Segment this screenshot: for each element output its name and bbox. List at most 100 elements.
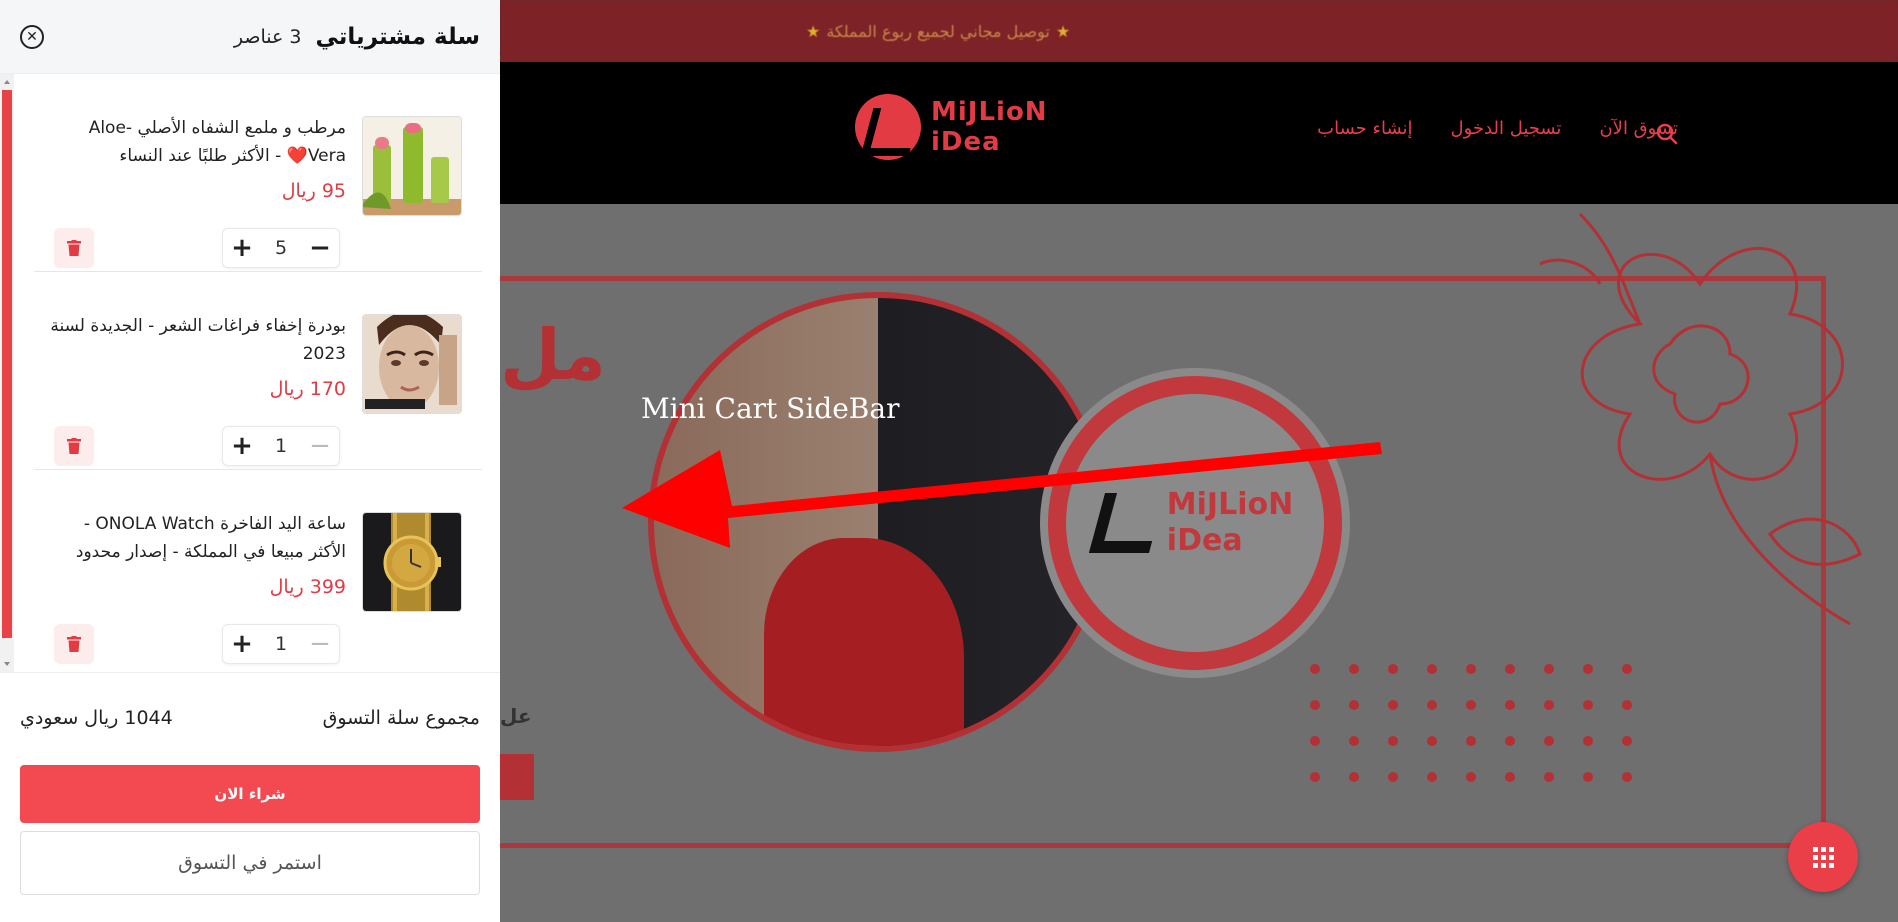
- decorative-dot: [1505, 700, 1515, 710]
- cart-item-price: 399 ريال: [269, 576, 346, 598]
- buy-now-button[interactable]: شراء الان: [20, 765, 480, 823]
- cart-scrollbar[interactable]: [0, 74, 14, 672]
- search-icon[interactable]: [1655, 122, 1679, 146]
- announcement-bar: ★ توصيل مجاني لجميع ربوع المملكة ★: [500, 0, 1898, 62]
- scroll-up-icon[interactable]: [4, 80, 10, 84]
- increase-qty-button[interactable]: +: [231, 433, 253, 459]
- quantity-value: 1: [274, 435, 288, 457]
- logo-text-line2: iDea: [931, 127, 1001, 157]
- decorative-dot: [1427, 664, 1437, 674]
- star-icon: ★: [806, 21, 821, 41]
- decorative-dot: [1349, 700, 1359, 710]
- decorative-dot: [1310, 736, 1320, 746]
- cart-title: سلة مشترياتي: [315, 23, 480, 50]
- trash-icon: [67, 240, 81, 256]
- decorative-dot: [1427, 772, 1437, 782]
- cart-total-label: مجموع سلة التسوق: [322, 707, 480, 729]
- cart-total-row: مجموع سلة التسوق 1044 ريال سعودي: [20, 707, 480, 729]
- close-cart-button[interactable]: ✕: [20, 25, 44, 49]
- scrollbar-thumb[interactable]: [2, 90, 12, 638]
- decorative-dot: [1349, 664, 1359, 674]
- gold-watch-product-image[interactable]: [362, 512, 462, 612]
- annotation-arrow-icon: [622, 442, 1382, 548]
- nav-login[interactable]: تسجيل الدخول: [1451, 118, 1562, 139]
- cart-item: ساعة اليد الفاخرة ONOLA Watch - الأكثر م…: [34, 470, 482, 668]
- flower-illustration-icon: [1539, 212, 1862, 626]
- cart-item: بودرة إخفاء فراغات الشعر - الجديدة لسنة …: [34, 272, 482, 470]
- decrease-qty-button[interactable]: −: [309, 631, 331, 657]
- mini-cart-sidebar: سلة مشترياتي 3 عناصر ✕ مرطب و ملمع الشفا…: [0, 0, 500, 922]
- decorative-dot: [1388, 772, 1398, 782]
- red-dress-shape: [764, 538, 964, 746]
- decorative-dot: [1466, 664, 1476, 674]
- announcement-text: توصيل مجاني لجميع ربوع المملكة: [826, 21, 1050, 41]
- hero-heading: مل: [500, 314, 606, 396]
- decorative-dot: [1349, 772, 1359, 782]
- hero-cta-button[interactable]: [500, 754, 534, 800]
- site-logo[interactable]: MiJLioN iDea: [855, 94, 1048, 160]
- decorative-dot: [1349, 736, 1359, 746]
- cart-item-name[interactable]: بودرة إخفاء فراغات الشعر - الجديدة لسنة …: [46, 312, 346, 368]
- decorative-dot: [1310, 700, 1320, 710]
- site-header: [500, 62, 1898, 204]
- increase-qty-button[interactable]: +: [231, 235, 253, 261]
- decorative-dot: [1505, 664, 1515, 674]
- logo-text-line1: MiJLioN: [931, 97, 1048, 127]
- cart-item: مرطب و ملمع الشفاه الأصلي -Aloe Vera❤️ -…: [34, 74, 482, 272]
- grid-icon: [1812, 846, 1834, 868]
- decorative-dot: [1466, 772, 1476, 782]
- trash-icon: [67, 636, 81, 652]
- decorative-dot: [1544, 736, 1554, 746]
- cart-item-price: 170 ريال: [269, 378, 346, 400]
- quantity-stepper: + 1 −: [222, 426, 340, 466]
- decorative-dot: [1427, 736, 1437, 746]
- decrease-qty-button[interactable]: −: [309, 235, 331, 261]
- hero-subtext: عل: [500, 704, 532, 728]
- decorative-dot: [1466, 700, 1476, 710]
- decorative-dot: [1505, 736, 1515, 746]
- remove-item-button[interactable]: [54, 228, 94, 268]
- decorative-dot: [1310, 772, 1320, 782]
- annotation-label: Mini Cart SideBar: [641, 392, 900, 425]
- cart-header: سلة مشترياتي 3 عناصر: [0, 0, 500, 74]
- quantity-value: 1: [274, 633, 288, 655]
- cart-items-list: مرطب و ملمع الشفاه الأصلي -Aloe Vera❤️ -…: [0, 74, 500, 672]
- cart-item-count: 3 عناصر: [233, 25, 302, 48]
- decorative-dot: [1388, 700, 1398, 710]
- nav-register[interactable]: إنشاء حساب: [1317, 118, 1412, 139]
- scroll-down-icon[interactable]: [4, 662, 10, 666]
- quantity-stepper: + 5 −: [222, 228, 340, 268]
- continue-shopping-button[interactable]: استمر في التسوق: [20, 831, 480, 895]
- remove-item-button[interactable]: [54, 426, 94, 466]
- hero-banner: مل عل MiJLioN iDea: [500, 204, 1898, 922]
- trash-icon: [67, 438, 81, 454]
- cart-item-name[interactable]: ساعة اليد الفاخرة ONOLA Watch - الأكثر م…: [46, 510, 346, 566]
- decorative-dot: [1388, 736, 1398, 746]
- decorative-dot: [1583, 772, 1593, 782]
- decorative-dot: [1466, 736, 1476, 746]
- decorative-dot: [1505, 772, 1515, 782]
- cart-total-value: 1044 ريال سعودي: [20, 707, 173, 729]
- decorative-dot: [1622, 736, 1632, 746]
- close-icon: ✕: [26, 29, 38, 45]
- decorative-dot: [1427, 700, 1437, 710]
- decorative-dot: [1622, 772, 1632, 782]
- lipstick-product-image[interactable]: [362, 116, 462, 216]
- decorative-dot: [1544, 772, 1554, 782]
- cart-footer: مجموع سلة التسوق 1044 ريال سعودي شراء ال…: [0, 672, 500, 922]
- increase-qty-button[interactable]: +: [231, 631, 253, 657]
- apps-menu-button[interactable]: [1788, 822, 1858, 892]
- quantity-value: 5: [274, 237, 288, 259]
- cart-item-name[interactable]: مرطب و ملمع الشفاه الأصلي -Aloe Vera❤️ -…: [46, 114, 346, 170]
- cart-item-price: 95 ريال: [281, 180, 346, 202]
- remove-item-button[interactable]: [54, 624, 94, 664]
- header-nav: تسوق الآن تسجيل الدخول إنشاء حساب: [1317, 118, 1678, 139]
- decorative-dot: [1583, 736, 1593, 746]
- decorative-dot: [1388, 664, 1398, 674]
- logo-mark-icon: [855, 94, 921, 160]
- quantity-stepper: + 1 −: [222, 624, 340, 664]
- brow-powder-product-image[interactable]: [362, 314, 462, 414]
- decrease-qty-button[interactable]: −: [309, 433, 331, 459]
- star-icon: ★: [1055, 21, 1071, 41]
- decorative-dot: [1310, 664, 1320, 674]
